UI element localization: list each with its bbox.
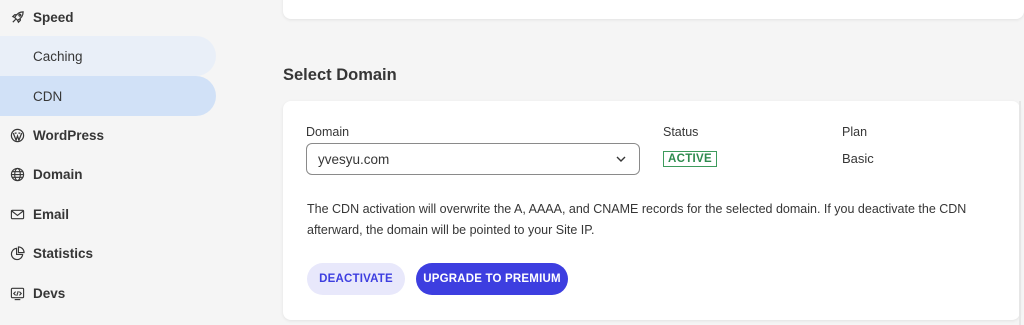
pie-chart-icon [9, 245, 25, 261]
wordpress-icon [9, 127, 25, 143]
globe-icon [9, 166, 25, 182]
previous-card [283, 0, 1024, 19]
sidebar-item-label: Devs [33, 285, 66, 301]
status-label: Status [663, 125, 699, 139]
envelope-icon [9, 206, 25, 222]
domain-label: Domain [306, 125, 350, 139]
sidebar-subitem-cdn[interactable]: CDN [0, 76, 216, 116]
sidebar-item-wordpress[interactable]: WordPress [0, 115, 216, 155]
sidebar-item-label: Statistics [33, 245, 94, 261]
cdn-description: The CDN activation will overwrite the A,… [307, 202, 967, 237]
plan-label: Plan [842, 125, 868, 139]
domain-select-value: yvesyu.com [318, 151, 390, 167]
sidebar-subitem-label: CDN [33, 88, 63, 104]
sidebar-item-statistics[interactable]: Statistics [0, 233, 216, 273]
sidebar: Speed Caching CDN WordPress Domain Email… [0, 0, 228, 325]
domain-select[interactable]: yvesyu.com [306, 143, 640, 175]
sidebar-subitem-label: Caching [33, 48, 83, 64]
section-title: Select Domain [283, 66, 397, 84]
sidebar-item-label: Speed [33, 9, 74, 25]
code-icon [9, 285, 25, 301]
status-badge: ACTIVE [663, 151, 717, 167]
card-divider [1019, 101, 1021, 325]
chevron-down-icon [615, 153, 627, 165]
sidebar-item-label: Domain [33, 166, 83, 182]
plan-value: Basic [842, 151, 874, 166]
sidebar-item-domain[interactable]: Domain [0, 154, 216, 194]
sidebar-item-devs[interactable]: Devs [0, 273, 216, 313]
sidebar-item-email[interactable]: Email [0, 194, 216, 234]
sidebar-item-label: WordPress [33, 127, 105, 143]
rocket-icon [9, 9, 25, 25]
upgrade-to-premium-button[interactable]: UPGRADE TO PREMIUM [416, 263, 568, 295]
sidebar-item-speed[interactable]: Speed [0, 0, 216, 37]
sidebar-subitem-caching[interactable]: Caching [0, 36, 216, 76]
sidebar-item-label: Email [33, 206, 70, 222]
deactivate-button[interactable]: DEACTIVATE [307, 263, 405, 295]
